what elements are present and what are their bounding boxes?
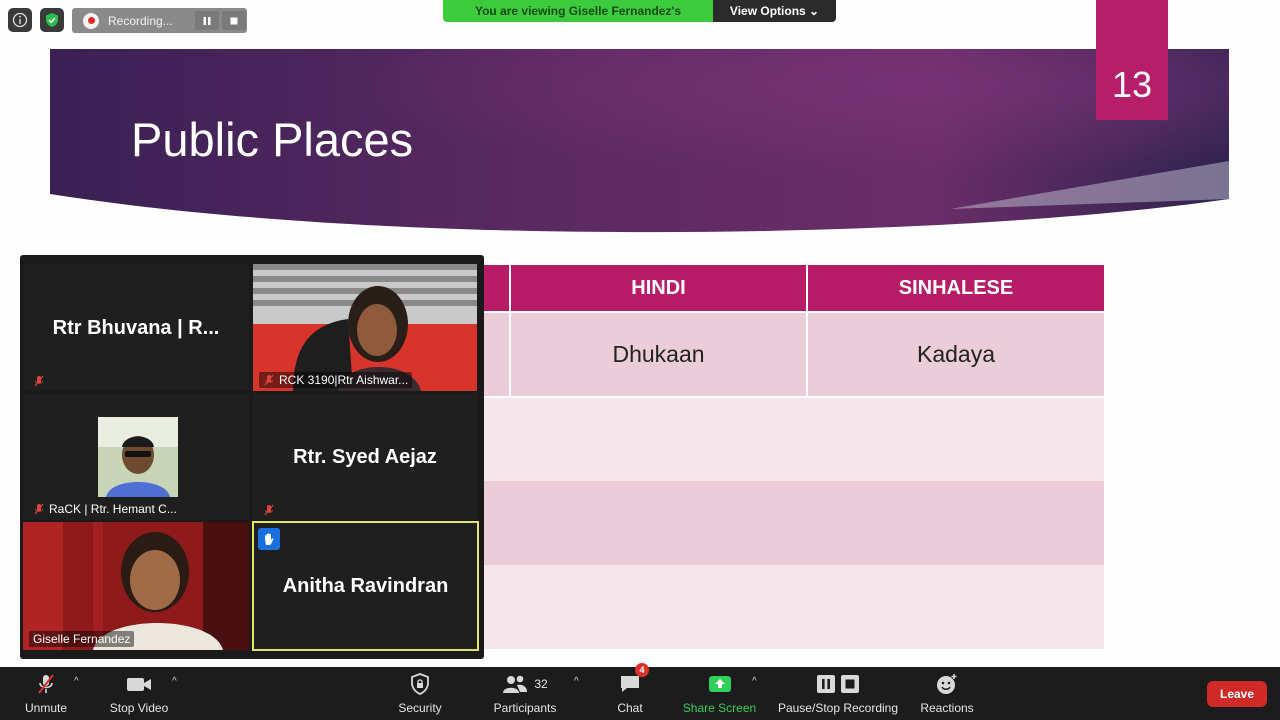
pause-stop-recording-label: Pause/Stop Recording [777, 701, 899, 715]
participant-label: Giselle Fernandez [29, 631, 135, 647]
video-options-chevron-icon[interactable]: ^ [172, 676, 177, 687]
participants-button[interactable]: 32 Participants [490, 667, 560, 720]
participant-name: RCK 3190|Rtr Aishwar... [279, 373, 409, 387]
stop-recording-button[interactable] [222, 11, 246, 30]
participant-name: Rtr Bhuvana | R... [52, 317, 220, 339]
viewing-screen-text: You are viewing Giselle Fernandez's scre… [443, 0, 713, 22]
recording-dot-icon [83, 12, 99, 29]
stop-video-label: Stop Video [109, 701, 169, 715]
share-screen-arrow-icon [708, 667, 732, 697]
zoom-meeting-window: Recording... You are viewing Giselle Fer… [0, 0, 1280, 720]
participants-options-chevron-icon[interactable]: ^ [574, 676, 579, 687]
participant-name: Anitha Ravindran [282, 575, 449, 597]
meeting-info-icon[interactable] [8, 8, 32, 32]
participant-name: Rtr. Syed Aejaz [293, 446, 437, 468]
reactions-label: Reactions [920, 701, 974, 715]
muted-mic-icon [34, 375, 44, 387]
viewing-banner: You are viewing Giselle Fernandez's scre… [443, 0, 836, 22]
participant-avatar [98, 417, 178, 497]
pause-stop-recording-button[interactable]: Pause/Stop Recording [776, 667, 900, 720]
participant-tile-active-speaker[interactable]: Anitha Ravindran [252, 521, 479, 651]
table-row [482, 565, 1104, 649]
reactions-button[interactable]: Reactions [916, 667, 978, 720]
slide-number-badge: 13 [1096, 0, 1168, 120]
raised-hand-icon [258, 528, 280, 550]
chat-button[interactable]: 4 Chat [612, 663, 649, 720]
participant-video-tile[interactable]: RCK 3190|Rtr Aishwar... [253, 264, 477, 391]
security-shield-icon [409, 667, 431, 697]
table-header-sinhalese: SINHALESE [808, 265, 1104, 311]
participant-gallery[interactable]: Rtr Bhuvana | R... RCK 3190|Rtr Aishwar.… [20, 255, 484, 659]
muted-mic-icon [264, 374, 274, 386]
chat-label: Chat [617, 701, 643, 715]
table-cell: Kadaya [916, 341, 995, 367]
reactions-smiley-icon [935, 667, 959, 697]
table-header-cell [482, 265, 509, 311]
recording-indicator: Recording... [72, 8, 247, 33]
table-row [482, 481, 1104, 565]
leave-meeting-button[interactable]: Leave [1207, 681, 1267, 707]
stop-icon [230, 17, 238, 24]
table-cell: Dhukaan [612, 341, 705, 367]
share-screen-button[interactable]: Share Screen [682, 667, 757, 720]
muted-mic-icon [34, 503, 44, 515]
chat-bubble-icon: 4 [619, 663, 649, 697]
view-options-button[interactable]: View Options ⌄ [713, 0, 836, 22]
participant-name: Giselle Fernandez [33, 632, 131, 646]
stop-video-button[interactable]: Stop Video [105, 667, 173, 720]
participant-tile[interactable]: Rtr Bhuvana | R... [23, 264, 249, 391]
security-button[interactable]: Security [395, 667, 445, 720]
slide-table: HINDI SINHALESE Dhukaan Kadaya [482, 265, 1104, 649]
participant-label [259, 503, 279, 517]
share-options-chevron-icon[interactable]: ^ [752, 676, 757, 687]
participant-label [29, 374, 49, 388]
participant-tile[interactable]: RaCK | Rtr. Hemant C... [23, 393, 249, 520]
pause-recording-button[interactable] [195, 11, 219, 30]
participants-label: Participants [493, 701, 557, 715]
recording-label: Recording... [108, 13, 173, 28]
participants-count: 32 [534, 677, 548, 691]
pause-icon [203, 16, 211, 25]
muted-mic-icon [264, 504, 274, 516]
table-row [482, 398, 1104, 481]
video-camera-icon [126, 667, 152, 697]
participant-name: RaCK | Rtr. Hemant C... [49, 502, 177, 516]
audio-options-chevron-icon[interactable]: ^ [74, 676, 79, 687]
unmute-label: Unmute [24, 701, 68, 715]
meeting-toolbar: Unmute ^ Stop Video ^ Security 32 Partic… [0, 663, 1280, 720]
slide-title: Public Places [131, 113, 414, 166]
muted-microphone-icon [34, 667, 58, 697]
table-header-hindi: HINDI [511, 265, 806, 311]
participant-label: RCK 3190|Rtr Aishwar... [259, 372, 413, 388]
participant-video-tile[interactable]: Giselle Fernandez [23, 522, 249, 650]
encryption-shield-icon[interactable] [40, 8, 64, 32]
pause-stop-recording-icon [816, 667, 860, 697]
unmute-button[interactable]: Unmute [18, 667, 74, 720]
share-screen-label: Share Screen [682, 701, 757, 715]
participants-icon: 32 [502, 667, 548, 697]
security-label: Security [398, 701, 442, 715]
chat-unread-badge: 4 [635, 663, 649, 677]
participant-label: RaCK | Rtr. Hemant C... [29, 501, 181, 517]
participant-tile[interactable]: Rtr. Syed Aejaz [253, 393, 477, 520]
